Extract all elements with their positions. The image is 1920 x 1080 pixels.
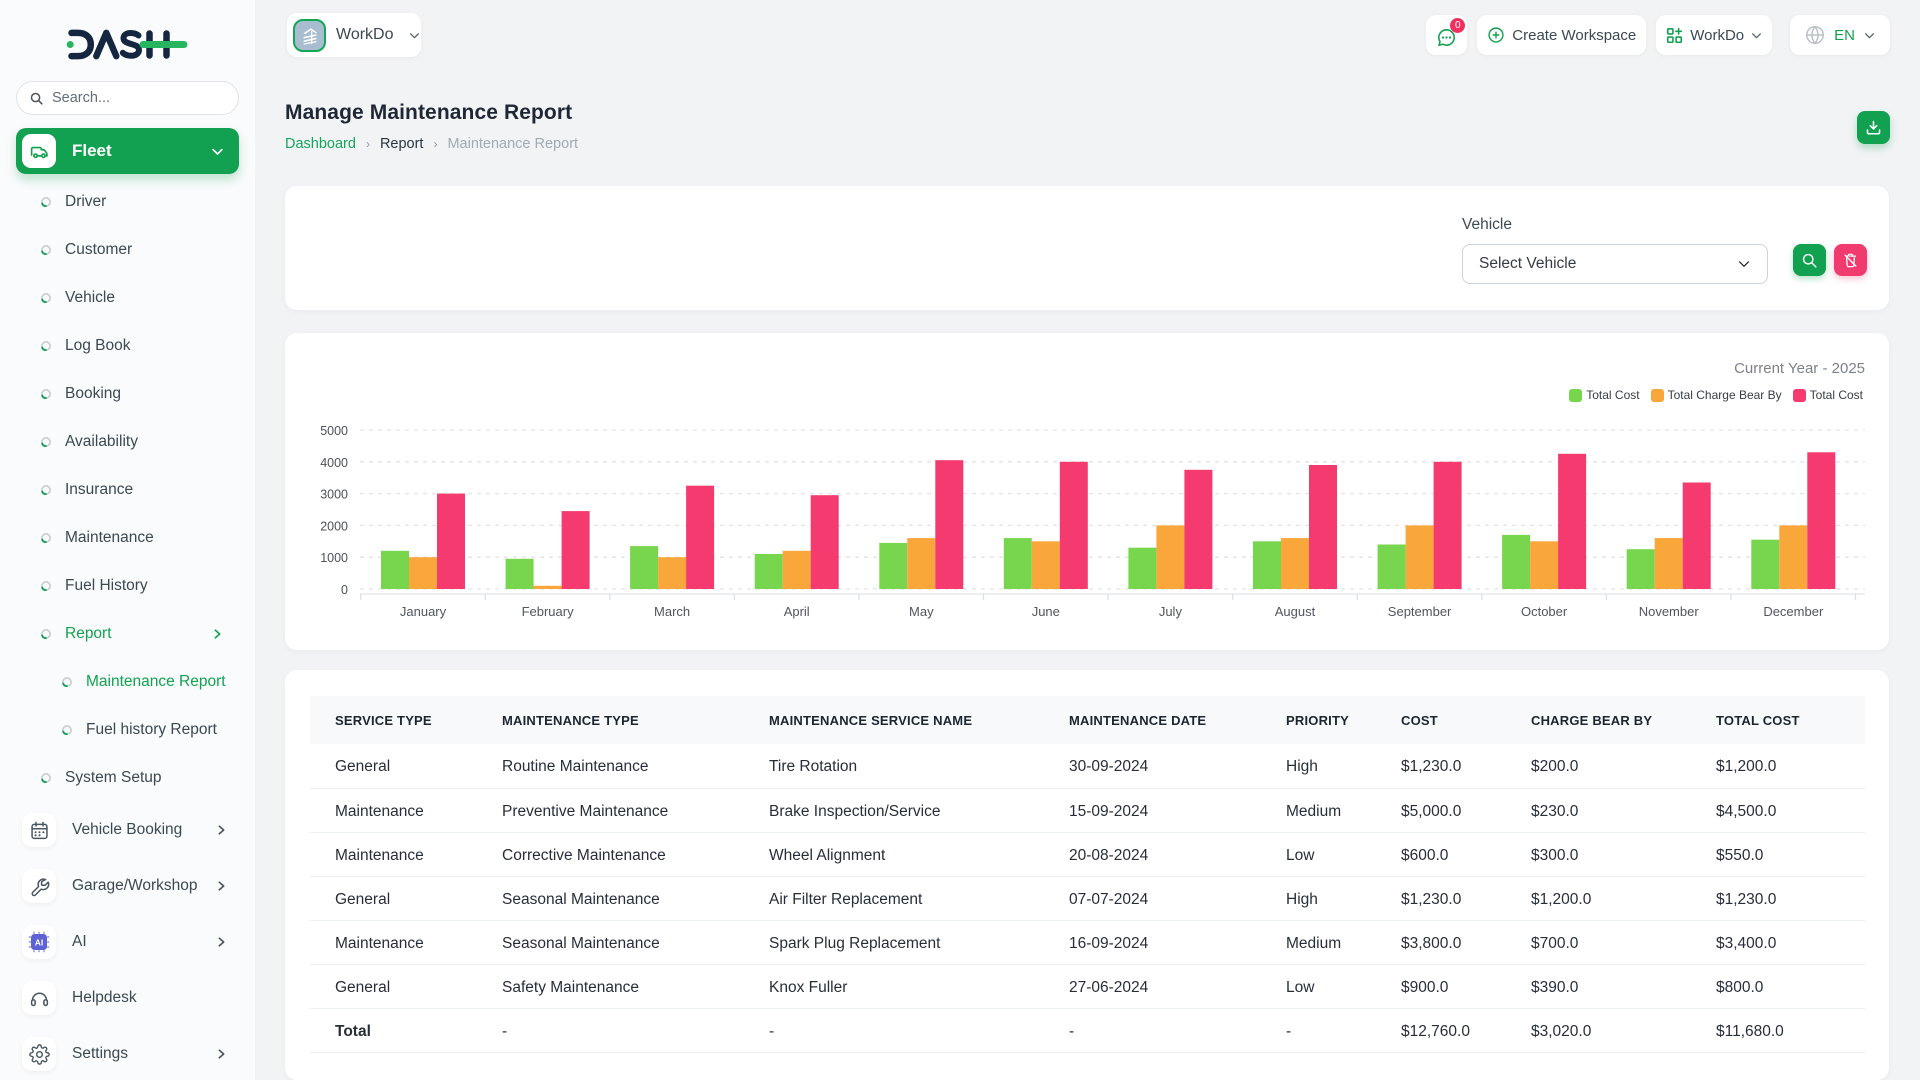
svg-text:March: March (654, 604, 690, 619)
svg-text:September: September (1388, 604, 1452, 619)
svg-text:May: May (909, 604, 934, 619)
svg-text:November: November (1639, 604, 1700, 619)
svg-text:August: August (1275, 604, 1316, 619)
svg-text:April: April (784, 604, 810, 619)
svg-text:June: June (1032, 604, 1060, 619)
svg-text:5000: 5000 (320, 424, 348, 438)
svg-text:July: July (1159, 604, 1183, 619)
svg-text:0: 0 (341, 583, 348, 597)
svg-text:AI: AI (35, 937, 44, 947)
svg-text:December: December (1763, 604, 1824, 619)
svg-text:3000: 3000 (320, 488, 348, 502)
svg-text:4000: 4000 (320, 456, 348, 470)
svg-text:October: October (1521, 604, 1568, 619)
svg-text:2000: 2000 (320, 519, 348, 533)
svg-text:1000: 1000 (320, 551, 348, 565)
svg-text:January: January (400, 604, 447, 619)
svg-text:February: February (522, 604, 575, 619)
